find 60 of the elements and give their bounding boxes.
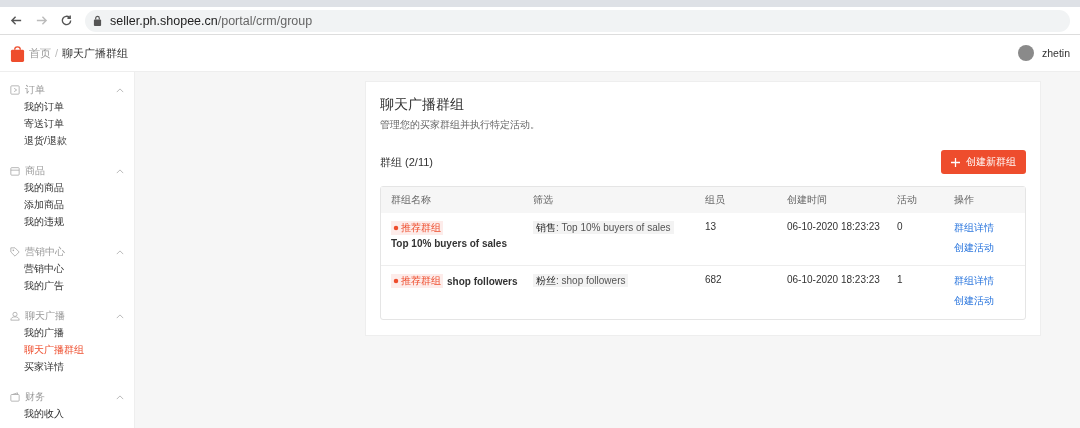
address-bar[interactable]: seller.ph.shopee.cn/portal/crm/group bbox=[85, 9, 1070, 32]
table-cell-text: 06-10-2020 18:23:23 bbox=[786, 221, 881, 232]
sidebar-item[interactable]: 我的广告 bbox=[0, 277, 134, 294]
column-header: 活动 bbox=[896, 193, 918, 207]
dot-icon bbox=[393, 225, 399, 231]
recommended-tag-label: 推荐群组 bbox=[401, 221, 441, 235]
person-icon bbox=[10, 311, 20, 321]
sidebar-item[interactable]: 寄送订单 bbox=[0, 115, 134, 132]
sidebar-item[interactable]: 营销中心 bbox=[0, 260, 134, 277]
group-count: 群组 (2/11) bbox=[380, 154, 433, 170]
column-header: 创建时间 bbox=[786, 193, 828, 207]
page-subtitle: 管理您的买家群组并执行特定活动。 bbox=[380, 118, 541, 132]
sidebar-item[interactable]: 我的商品 bbox=[0, 179, 134, 196]
column-header: 操作 bbox=[953, 193, 975, 207]
sidebar-item[interactable]: 我的订单 bbox=[0, 98, 134, 115]
caret-icon[interactable] bbox=[116, 168, 124, 174]
caret-icon[interactable] bbox=[116, 394, 124, 400]
reload-icon[interactable] bbox=[60, 14, 73, 27]
action-link[interactable]: 创建活动 bbox=[954, 241, 1024, 255]
table-cell-text: 0 bbox=[896, 221, 904, 232]
sidebar-item[interactable]: 我的广播 bbox=[0, 324, 134, 341]
filter-chip: 粉丝: shop followers bbox=[533, 274, 629, 287]
sidebar-item[interactable]: 我的收入 bbox=[0, 405, 134, 422]
forward-arrow-icon[interactable] bbox=[35, 14, 48, 27]
table-cell-text: 13 bbox=[704, 221, 718, 232]
avatar-circle[interactable] bbox=[1017, 45, 1034, 61]
document-icon bbox=[10, 85, 20, 95]
shopping-bag-logo-icon[interactable] bbox=[10, 44, 25, 62]
sidebar-item[interactable]: 聊天广播群组 bbox=[0, 341, 134, 358]
back-arrow-icon[interactable] bbox=[10, 14, 23, 27]
caret-icon[interactable] bbox=[116, 249, 124, 255]
sidebar-item[interactable]: 添加商品 bbox=[0, 196, 134, 213]
plus-icon bbox=[951, 157, 960, 167]
sidebar-item[interactable]: 我的违规 bbox=[0, 213, 134, 230]
lock-icon bbox=[93, 15, 102, 26]
table-cell-text: 1 bbox=[896, 274, 904, 285]
page-title: 聊天广播群组 bbox=[380, 96, 465, 114]
box-icon bbox=[10, 166, 20, 176]
action-link[interactable]: 群组详情 bbox=[954, 221, 1024, 235]
group-name: Top 10% buyers of sales bbox=[391, 238, 507, 249]
column-header: 群组名称 bbox=[390, 193, 432, 207]
caret-icon[interactable] bbox=[116, 313, 124, 319]
dot-icon bbox=[393, 278, 399, 284]
action-link[interactable]: 群组详情 bbox=[954, 274, 1024, 288]
filter-chip: 销售: Top 10% buyers of sales bbox=[533, 221, 674, 234]
table-cell-text: 06-10-2020 18:23:23 bbox=[786, 274, 881, 285]
column-header: 组员 bbox=[704, 193, 726, 207]
username[interactable]: zhetin bbox=[1041, 47, 1070, 59]
table-cell-text: 682 bbox=[704, 274, 723, 285]
sidebar-item[interactable]: 买家详情 bbox=[0, 358, 134, 375]
wallet-icon bbox=[10, 392, 20, 402]
sidebar-item[interactable]: 退货/退款 bbox=[0, 132, 134, 149]
action-link[interactable]: 创建活动 bbox=[954, 294, 1024, 308]
breadcrumb-separator: / bbox=[55, 47, 59, 59]
column-header: 筛选 bbox=[532, 193, 554, 207]
group-name: shop followers bbox=[447, 275, 518, 287]
create-group-button[interactable]: 创建新群组 bbox=[941, 150, 1026, 174]
caret-icon[interactable] bbox=[116, 87, 124, 93]
recommended-tag-label: 推荐群组 bbox=[401, 274, 441, 288]
tag-icon bbox=[10, 247, 20, 257]
